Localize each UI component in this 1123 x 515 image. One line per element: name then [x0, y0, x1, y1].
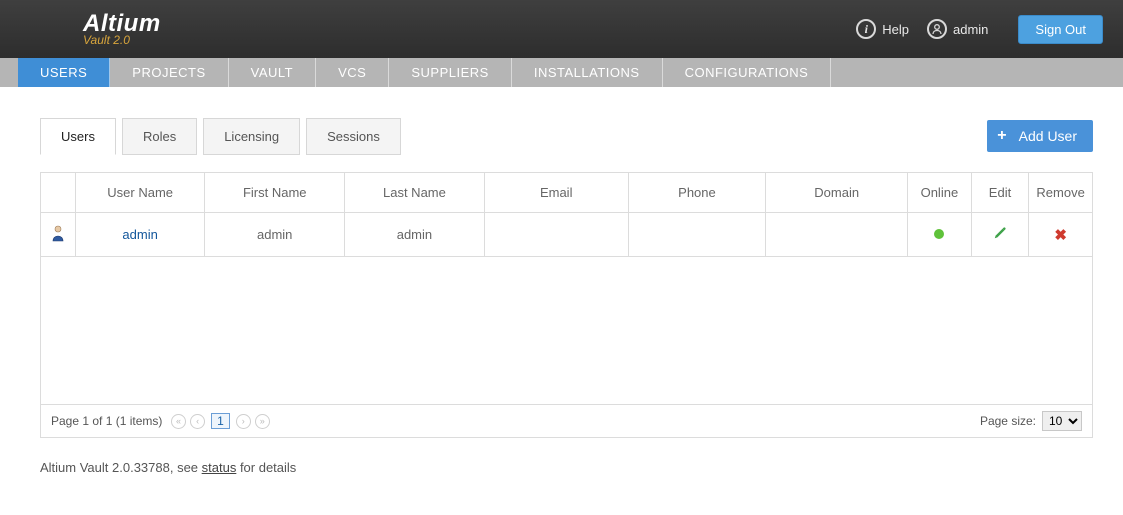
col-firstname-header[interactable]: First Name	[205, 173, 345, 213]
subtab-sessions[interactable]: Sessions	[306, 118, 401, 155]
lastname-cell: admin	[345, 213, 485, 257]
users-grid: User Name First Name Last Name Email Pho…	[40, 172, 1093, 438]
subtab-roles[interactable]: Roles	[122, 118, 197, 155]
subtab-users[interactable]: Users	[40, 118, 116, 155]
table-row: admin admin admin	[41, 213, 1093, 257]
table-header-row: User Name First Name Last Name Email Pho…	[41, 173, 1093, 213]
nav-tab-configurations[interactable]: CONFIGURATIONS	[663, 58, 832, 87]
content-area: Users Roles Licensing Sessions + Add Use…	[0, 87, 1123, 475]
edit-cell	[971, 213, 1029, 257]
nav-tab-suppliers[interactable]: SUPPLIERS	[389, 58, 511, 87]
signout-button[interactable]: Sign Out	[1018, 15, 1103, 44]
online-cell	[908, 213, 972, 257]
pager-next-button[interactable]: ›	[236, 414, 251, 429]
help-label: Help	[882, 22, 909, 37]
nav-tab-vcs[interactable]: VCS	[316, 58, 389, 87]
nav-tab-users[interactable]: USERS	[18, 58, 110, 87]
plus-icon: +	[997, 128, 1006, 144]
grid-empty-area	[40, 257, 1093, 405]
col-username-header[interactable]: User Name	[75, 173, 204, 213]
footer-prefix: Altium Vault 2.0.33788, see	[40, 460, 202, 475]
nav-tab-vault[interactable]: VAULT	[229, 58, 316, 87]
main-nav: USERS PROJECTS VAULT VCS SUPPLIERS INSTA…	[0, 58, 1123, 87]
remove-cell: ✖	[1029, 213, 1093, 257]
user-label: admin	[953, 22, 988, 37]
col-lastname-header[interactable]: Last Name	[345, 173, 485, 213]
brand-sub: Vault 2.0	[83, 34, 130, 46]
col-email-header[interactable]: Email	[484, 173, 628, 213]
username-cell: admin	[75, 213, 204, 257]
col-domain-header[interactable]: Domain	[766, 173, 908, 213]
info-icon: i	[856, 19, 876, 39]
help-link[interactable]: i Help	[856, 19, 909, 39]
status-link[interactable]: status	[202, 460, 237, 475]
avatar-cell	[41, 213, 76, 257]
col-phone-header[interactable]: Phone	[628, 173, 766, 213]
remove-button[interactable]: ✖	[1054, 227, 1067, 244]
nav-tab-projects[interactable]: PROJECTS	[110, 58, 228, 87]
brand-logo: Altium Vault 2.0	[25, 12, 130, 46]
user-menu[interactable]: admin	[927, 19, 988, 39]
firstname-cell: admin	[205, 213, 345, 257]
col-online-header[interactable]: Online	[908, 173, 972, 213]
pager-summary: Page 1 of 1 (1 items)	[51, 414, 162, 428]
subtabs: Users Roles Licensing Sessions	[40, 117, 407, 154]
email-cell	[484, 213, 628, 257]
nav-tab-installations[interactable]: INSTALLATIONS	[512, 58, 663, 87]
pager-last-button[interactable]: »	[255, 414, 270, 429]
person-icon	[50, 230, 66, 245]
subtabs-row: Users Roles Licensing Sessions + Add Use…	[40, 117, 1093, 154]
pager-prev-button[interactable]: ‹	[190, 414, 205, 429]
footer-suffix: for details	[236, 460, 296, 475]
subtab-licensing[interactable]: Licensing	[203, 118, 300, 155]
pager-first-button[interactable]: «	[171, 414, 186, 429]
edit-button[interactable]	[993, 228, 1007, 243]
x-icon: ✖	[1054, 227, 1067, 244]
topbar: Altium Vault 2.0 i Help admin Sign Out	[0, 0, 1123, 58]
user-icon	[927, 19, 947, 39]
add-user-label: Add User	[1019, 128, 1077, 144]
username-link[interactable]: admin	[122, 227, 157, 242]
add-user-button[interactable]: + Add User	[987, 120, 1093, 152]
col-avatar-header	[41, 173, 76, 213]
online-dot-icon	[934, 229, 944, 239]
col-edit-header[interactable]: Edit	[971, 173, 1029, 213]
pencil-icon	[993, 226, 1007, 240]
phone-cell	[628, 213, 766, 257]
col-remove-header[interactable]: Remove	[1029, 173, 1093, 213]
page-size-select[interactable]: 10	[1042, 411, 1082, 431]
domain-cell	[766, 213, 908, 257]
footer-version: Altium Vault 2.0.33788, see status for d…	[40, 460, 1093, 475]
pager-page-1[interactable]: 1	[211, 413, 230, 429]
page-size-label: Page size:	[980, 414, 1036, 428]
pager: Page 1 of 1 (1 items) « ‹ 1 › » Page siz…	[40, 405, 1093, 438]
